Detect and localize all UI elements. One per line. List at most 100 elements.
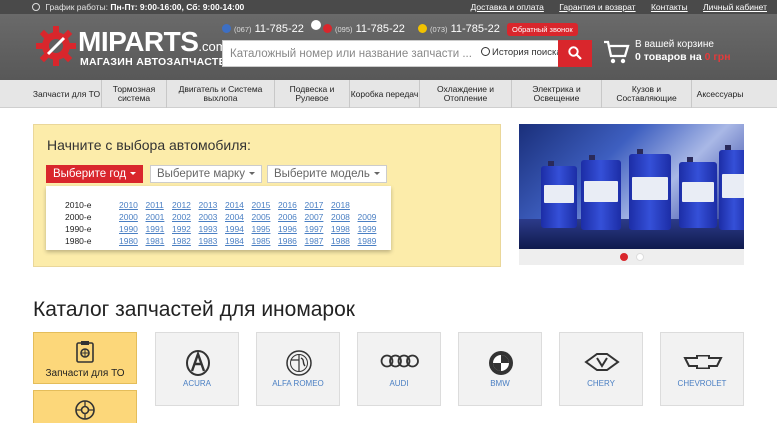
year-picker: 2010-е 2010 2011 2012 2013 2014 2015 201… [46, 186, 391, 250]
oil-can-image [541, 161, 577, 228]
year-link[interactable]: 2017 [305, 200, 324, 210]
model-dropdown[interactable]: Выберите модель [267, 165, 387, 183]
nav-item-accessories[interactable]: Аксессуары [692, 80, 748, 108]
brand-tile-chery[interactable]: Chery [559, 332, 643, 406]
year-link[interactable]: 2000 [119, 212, 138, 222]
year-link[interactable]: 2011 [146, 200, 164, 210]
chery-logo-icon [584, 353, 620, 371]
link-warranty[interactable]: Гарантия и возврат [559, 2, 635, 12]
brand-tile-alfa-romeo[interactable]: Alfa Romeo [256, 332, 340, 406]
year-link[interactable]: 2004 [225, 212, 244, 222]
year-dropdown[interactable]: Выберите год [46, 165, 144, 183]
brand-name: Chery [587, 379, 615, 388]
year-link[interactable]: 1999 [358, 224, 377, 234]
year-link[interactable]: 1992 [172, 224, 191, 234]
brand-name: Acura [182, 379, 211, 388]
logo-text[interactable]: MIPARTS.com.ua [78, 26, 245, 58]
year-link[interactable]: 2014 [225, 200, 244, 210]
year-link[interactable]: 1981 [146, 236, 165, 246]
year-link[interactable]: 1998 [331, 224, 350, 234]
link-delivery[interactable]: Доставка и оплата [471, 2, 544, 12]
nav-item-maintenance[interactable]: Запчасти для ТО [32, 80, 102, 108]
phone-vodafone[interactable]: (095) 11-785-22 [323, 23, 405, 35]
nav-item-body[interactable]: Кузов и Составляющие [602, 80, 692, 108]
lifecell-icon [418, 24, 427, 33]
year-link[interactable]: 2001 [146, 212, 165, 222]
year-link[interactable]: 2013 [199, 200, 218, 210]
year-link[interactable]: 2006 [278, 212, 297, 222]
acura-logo-icon [186, 350, 210, 376]
year-link[interactable]: 2002 [172, 212, 191, 222]
vodafone-icon [323, 24, 332, 33]
banner-pagination [519, 249, 744, 265]
year-link[interactable]: 2016 [278, 200, 297, 210]
catalog-tile-maintenance[interactable]: Запчасти для ТО [33, 332, 137, 384]
bmw-logo-icon [489, 351, 513, 375]
gear-logo-icon[interactable] [34, 24, 78, 68]
cart[interactable]: В вашей корзине 0 товаров на 0 грн [602, 36, 772, 70]
year-link[interactable]: 1993 [199, 224, 218, 234]
slide-dot[interactable] [636, 253, 644, 261]
brand-tile-audi[interactable]: Audi [357, 332, 441, 406]
hours-value: Пн-Пт: 9:00-16:00, Сб: 9:00-14:00 [110, 2, 245, 12]
callback-button[interactable]: Обратный звонок [507, 23, 578, 36]
year-link[interactable]: 1987 [305, 236, 324, 246]
nav-item-engine[interactable]: Двигатель и Система выхлопа [167, 80, 275, 108]
brand-tile-acura[interactable]: Acura [155, 332, 239, 406]
brand-tile-bmw[interactable]: BMW [458, 332, 542, 406]
year-link[interactable]: 1980 [119, 236, 138, 246]
nav-item-suspension[interactable]: Подвеска и Рулевое [275, 80, 350, 108]
year-link[interactable]: 2009 [358, 212, 377, 222]
year-link[interactable]: 2015 [252, 200, 271, 210]
year-link[interactable]: 1991 [146, 224, 165, 234]
search-history-link[interactable]: История поиска [481, 47, 562, 58]
promo-banner[interactable] [519, 124, 744, 249]
year-link[interactable]: 1985 [252, 236, 271, 246]
year-link[interactable]: 1990 [119, 224, 138, 234]
link-account[interactable]: Личный кабинет [703, 2, 767, 12]
phone-lifecell[interactable]: (073) 11-785-22 [418, 23, 500, 35]
brand-name: Chevrolet [677, 379, 727, 388]
search-button[interactable] [558, 40, 592, 67]
year-link[interactable]: 2007 [305, 212, 324, 222]
top-bar: График работы: Пн-Пт: 9:00-16:00, Сб: 9:… [0, 0, 777, 14]
search-input[interactable] [223, 41, 479, 66]
link-contacts[interactable]: Контакты [651, 2, 688, 12]
brand-dropdown[interactable]: Выберите марку [150, 165, 262, 183]
year-link[interactable]: 2005 [252, 212, 271, 222]
catalog-tile-brakes[interactable] [33, 390, 137, 423]
audi-logo-icon [380, 354, 419, 368]
slide-dot-active[interactable] [620, 253, 628, 261]
year-link[interactable]: 1983 [199, 236, 218, 246]
year-link[interactable]: 2012 [172, 200, 191, 210]
year-link[interactable]: 1984 [225, 236, 244, 246]
year-link[interactable]: 1986 [278, 236, 297, 246]
nav-item-transmission[interactable]: Коробка передач [350, 80, 420, 108]
decade-label: 1980-е [65, 236, 92, 246]
oil-can-image [679, 157, 717, 228]
year-link[interactable]: 1982 [172, 236, 191, 246]
year-link[interactable]: 2018 [331, 200, 350, 210]
year-link[interactable]: 1994 [225, 224, 244, 234]
year-link[interactable]: 2010 [119, 200, 138, 210]
working-hours: График работы: Пн-Пт: 9:00-16:00, Сб: 9:… [32, 2, 244, 12]
oil-can-image [629, 149, 671, 230]
nav-item-electrics[interactable]: Электрика и Освещение [512, 80, 602, 108]
clipboard-icon [76, 341, 94, 363]
decade-row: 1990-е 1990 1991 1992 1993 1994 1995 199… [46, 223, 391, 235]
year-link[interactable]: 1997 [305, 224, 324, 234]
year-link[interactable]: 1996 [278, 224, 297, 234]
brand-tile-chevrolet[interactable]: Chevrolet [660, 332, 744, 406]
nav-item-cooling[interactable]: Охлаждение и Отопление [420, 80, 512, 108]
year-link[interactable]: 1995 [252, 224, 271, 234]
year-link[interactable]: 2008 [331, 212, 350, 222]
year-link[interactable]: 1988 [331, 236, 350, 246]
decade-label: 2010-е [65, 200, 92, 210]
phone-kyivstar[interactable]: (067) 11-785-22 [222, 23, 304, 35]
clock-icon [32, 3, 40, 11]
nav-item-brakes[interactable]: Тормозная система [102, 80, 167, 108]
year-link[interactable]: 1989 [358, 236, 377, 246]
year-link[interactable]: 2003 [199, 212, 218, 222]
history-icon [481, 47, 490, 56]
search-box: История поиска [222, 40, 592, 67]
